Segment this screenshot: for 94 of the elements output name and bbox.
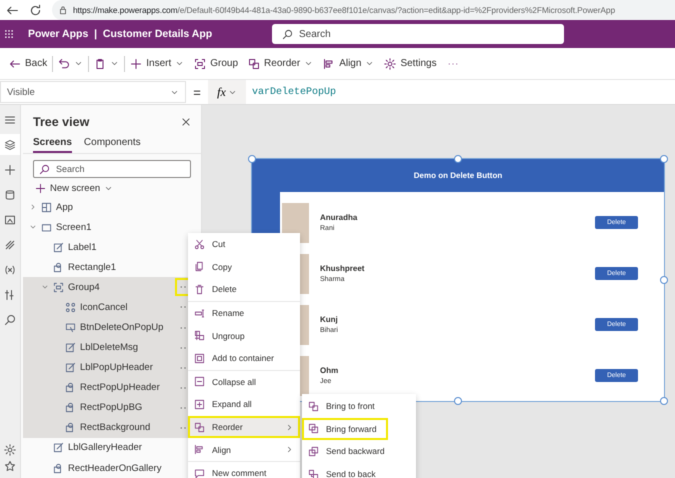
toolbar-button[interactable]: Align (318, 54, 380, 72)
first-name: Khushpreet (320, 264, 366, 273)
settings-icon (384, 58, 396, 70)
menu-item[interactable]: Bring to front (302, 395, 416, 418)
tree-item[interactable]: App (23, 197, 201, 218)
send-backward-icon (308, 446, 319, 457)
group-icon (194, 58, 206, 70)
search-icon (39, 164, 50, 175)
back-arrow-icon (9, 58, 21, 70)
property-dropdown[interactable]: Visible (0, 81, 186, 103)
function-button[interactable]: fx (208, 80, 246, 104)
close-icon[interactable] (181, 117, 191, 127)
refresh-icon[interactable] (29, 4, 42, 16)
resize-handle[interactable] (660, 155, 668, 163)
tab[interactable]: Components (84, 133, 141, 153)
toolbar-button[interactable]: Insert (125, 54, 190, 72)
menu-item[interactable]: Reorder (188, 416, 300, 438)
address-bar[interactable]: https://make.powerapps.com/e/Default-60f49b44-481a-43a0-9890-b637ee8f101e/canvas/?action=edit&app-id=%2Fproviders%2FMicrosoft.PowerApp (52, 0, 675, 20)
new-screen-button[interactable]: New screen (23, 180, 201, 197)
menu-item[interactable]: Send backward (302, 440, 416, 463)
toolbar-button[interactable]: Group (189, 54, 244, 72)
chevron-right-icon[interactable] (29, 203, 37, 212)
plus-icon (4, 164, 16, 176)
formula-field[interactable]: varDeletePopUp (246, 86, 336, 98)
menu-item[interactable]: New comment (188, 462, 300, 478)
database-icon (4, 188, 16, 200)
shapes-icon (65, 402, 76, 414)
search-field[interactable]: Search (272, 24, 564, 44)
menu-item[interactable]: Send to back (302, 462, 416, 478)
resize-handle[interactable] (454, 155, 462, 163)
bring-forward-icon (308, 423, 319, 434)
tools-icon (4, 288, 16, 300)
chevron-right-icon (285, 445, 294, 454)
ungroup-icon (194, 330, 205, 342)
shapes-icon (65, 382, 76, 394)
gallery-header: Demo on Delete Button (252, 159, 664, 192)
align-icon (323, 58, 336, 70)
container-icon (194, 352, 205, 364)
star-icon[interactable] (4, 460, 16, 472)
layers-icon (4, 138, 16, 150)
panel-title: Tree view (33, 115, 90, 129)
menu-item[interactable]: Bring forward (302, 418, 388, 440)
plus-icon (35, 183, 46, 194)
resize-handle[interactable] (454, 397, 462, 405)
menu-icon (4, 114, 16, 126)
comment-icon (194, 468, 205, 478)
scissors-icon (194, 238, 205, 250)
toolbar-button[interactable]: Back (4, 54, 52, 72)
brush-icon (4, 238, 16, 250)
shapes-icon (65, 422, 76, 434)
rename-icon (194, 308, 205, 319)
first-name: Ohm (320, 366, 340, 375)
search-icon (282, 29, 293, 40)
chevron-down-icon (104, 184, 114, 193)
first-name: Kunj (320, 315, 339, 324)
chevron-down-icon (175, 59, 184, 68)
app-launcher-icon[interactable] (4, 29, 14, 39)
tab[interactable]: Screens (33, 133, 72, 153)
app-title: Power Apps | Customer Details App (28, 28, 214, 40)
lock-icon (58, 5, 68, 15)
toolbar-button[interactable]: Reorder (243, 54, 318, 72)
expand-icon (194, 398, 205, 410)
variables-icon (4, 264, 16, 276)
media-icon (4, 214, 16, 226)
back-arrow-icon[interactable] (6, 4, 19, 16)
button-shape-icon (65, 322, 76, 333)
search-field[interactable]: Search (33, 160, 191, 178)
shapes-icon (53, 462, 64, 474)
resize-handle[interactable] (248, 155, 256, 163)
app-icon (41, 202, 52, 213)
align-icon (194, 444, 205, 456)
collapse-icon (194, 376, 205, 388)
chevron-down-icon (110, 59, 120, 68)
first-name: Anuradha (320, 213, 358, 222)
trash-icon (194, 284, 205, 295)
undo-icon (58, 58, 70, 70)
plus-icon (130, 58, 142, 70)
search-icon (4, 314, 16, 326)
send-to-back-icon (308, 468, 319, 478)
icons-icon (65, 302, 76, 313)
shapes-icon (53, 262, 64, 273)
copy-icon (194, 261, 205, 272)
equals-sign: = (192, 84, 202, 100)
resize-handle[interactable] (660, 397, 668, 405)
group-icon (53, 282, 64, 293)
chevron-down-icon (74, 59, 84, 68)
screen-icon (41, 222, 52, 233)
chevron-right-icon (285, 422, 294, 432)
resize-handle[interactable] (660, 276, 668, 284)
chevron-down-icon (365, 59, 374, 68)
toolbar-button[interactable]: Settings (379, 54, 442, 72)
clipboard-icon (94, 58, 106, 70)
chevron-down-icon (304, 59, 314, 68)
settings-icon[interactable] (4, 444, 16, 456)
